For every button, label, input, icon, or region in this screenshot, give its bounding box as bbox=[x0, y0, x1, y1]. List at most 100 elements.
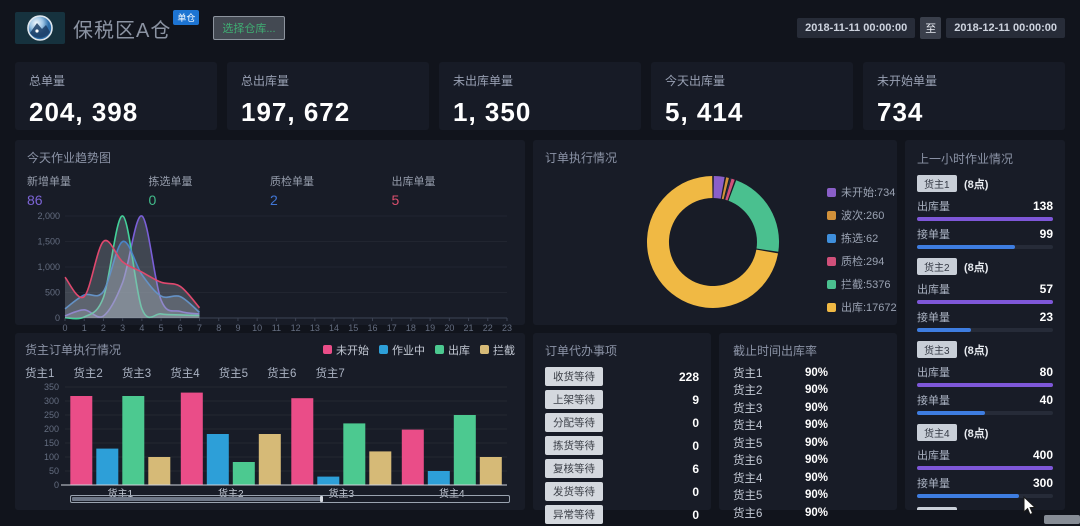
received-label: 接单量 bbox=[917, 478, 950, 490]
deadline-rate-row: 货主2 90% bbox=[733, 382, 883, 400]
svg-text:100: 100 bbox=[44, 452, 59, 462]
bar-legend-item[interactable]: 未开始 bbox=[323, 342, 369, 358]
date-from-input[interactable]: 2018-11-11 00:00:00 bbox=[797, 18, 916, 38]
donut-legend-item[interactable]: 质检:294 bbox=[827, 253, 897, 269]
bar-legend-item[interactable]: 拦截 bbox=[480, 342, 515, 358]
trend-area-chart: 05001,0001,5002,0000 1 2 3 4 5 6 7 8 9 10 11 12 13 14 1… bbox=[37, 211, 512, 333]
deadline-rate-row: 货主5 90% bbox=[733, 434, 883, 452]
todo-row: 异常等待 0 bbox=[545, 503, 699, 526]
page-scrollbar-thumb[interactable] bbox=[1044, 515, 1080, 524]
owner-tab[interactable]: 货主1 bbox=[25, 365, 54, 381]
kpi-value: 1, 350 bbox=[453, 97, 532, 127]
last-hour-panel-title: 上一小时作业情况 bbox=[917, 152, 1014, 166]
bar-chart-legend: 未开始 作业中 出库 拦截 bbox=[323, 342, 515, 358]
trend-stat-label: 新增单量 bbox=[27, 176, 71, 188]
donut-legend-item[interactable]: 波次:260 bbox=[827, 207, 897, 223]
kpi-card: 今天出库量 5, 414 bbox=[651, 62, 853, 130]
received-bar bbox=[917, 328, 972, 332]
legend-swatch bbox=[827, 187, 836, 197]
received-bar-track bbox=[917, 328, 1053, 332]
todo-panel-title: 订单代办事项 bbox=[545, 344, 618, 358]
donut-legend-item[interactable]: 拦截:5376 bbox=[827, 276, 897, 292]
todo-chip[interactable]: 上架等待 bbox=[545, 390, 603, 409]
donut-legend-item[interactable]: 出库:17672 bbox=[827, 299, 897, 315]
svg-text:150: 150 bbox=[44, 438, 59, 448]
svg-text:20: 20 bbox=[444, 323, 454, 333]
donut-legend-item[interactable]: 未开始:734 bbox=[827, 184, 897, 200]
todo-row: 收货等待 228 bbox=[545, 365, 699, 388]
legend-label: 未开始:734 bbox=[841, 187, 896, 199]
todo-row: 发货等待 0 bbox=[545, 480, 699, 503]
bar-legend-item[interactable]: 出库 bbox=[435, 342, 470, 358]
todo-count: 0 bbox=[692, 507, 699, 522]
received-label: 接单量 bbox=[917, 395, 950, 407]
todo-count: 228 bbox=[678, 369, 699, 384]
owner-tag: 货主1 bbox=[917, 175, 957, 192]
received-metric-row: 接单量 99 bbox=[917, 226, 1053, 242]
owner-tab[interactable]: 货主5 bbox=[219, 365, 248, 381]
date-to-input[interactable]: 2018-12-11 00:00:00 bbox=[946, 18, 1065, 38]
deadline-owner: 货主4 bbox=[733, 472, 763, 485]
svg-text:12: 12 bbox=[291, 323, 301, 333]
received-bar bbox=[917, 245, 1015, 249]
datazoom-scrollbar[interactable] bbox=[70, 495, 510, 503]
kpi-label: 总单量 bbox=[29, 74, 66, 88]
datazoom-handle[interactable] bbox=[72, 496, 323, 502]
outbound-value: 80 bbox=[1039, 365, 1053, 379]
todo-chip[interactable]: 收货等待 bbox=[545, 367, 603, 386]
legend-swatch bbox=[827, 256, 836, 266]
owner-tab[interactable]: 货主6 bbox=[267, 365, 296, 381]
datazoom-grip[interactable] bbox=[319, 496, 323, 502]
kpi-value: 734 bbox=[877, 97, 924, 127]
outbound-bar-track bbox=[917, 383, 1053, 387]
svg-text:19: 19 bbox=[425, 323, 435, 333]
bar-legend-item[interactable]: 作业中 bbox=[379, 342, 425, 358]
donut-legend: 未开始:734 波次:260 拣选:62 质检:294 拦截:5376 出库:1… bbox=[827, 184, 897, 315]
todo-chip[interactable]: 异常等待 bbox=[545, 505, 603, 524]
svg-text:300: 300 bbox=[44, 396, 59, 406]
received-bar-track bbox=[917, 411, 1053, 415]
legend-label: 波次:260 bbox=[841, 210, 885, 222]
todo-count: 9 bbox=[692, 392, 699, 407]
kpi-card: 总出库量 197, 672 bbox=[227, 62, 429, 130]
legend-label: 作业中 bbox=[392, 344, 425, 357]
kpi-label: 未开始单量 bbox=[877, 74, 938, 88]
svg-text:50: 50 bbox=[49, 466, 59, 476]
received-value: 300 bbox=[1032, 476, 1053, 490]
deadline-owner: 货主6 bbox=[733, 455, 763, 468]
hour-label: (8点) bbox=[964, 428, 989, 440]
kpi-label: 未出库单量 bbox=[453, 74, 514, 88]
order-execution-panel: 订单执行情况 未开始:734 波次:260 拣选:62 质检:294 拦截:53… bbox=[533, 140, 897, 325]
last-hour-panel[interactable]: 上一小时作业情况 货主1 (8点) 出库量 138 接单量 99 货主2 (8点… bbox=[905, 140, 1065, 510]
owner-tag: 货主5 bbox=[917, 507, 957, 510]
received-metric-row: 接单量 23 bbox=[917, 309, 1053, 325]
owner-tag: 货主4 bbox=[917, 424, 957, 441]
todo-chip[interactable]: 复核等待 bbox=[545, 459, 603, 478]
globe-logo-icon bbox=[27, 15, 53, 41]
outbound-value: 138 bbox=[1032, 199, 1053, 213]
todo-row: 拣货等待 0 bbox=[545, 434, 699, 457]
deadline-rate: 90% bbox=[805, 419, 829, 432]
owner-tab[interactable]: 货主3 bbox=[122, 365, 151, 381]
deadline-rate-row: 货主4 90% bbox=[733, 469, 883, 487]
todo-chip[interactable]: 发货等待 bbox=[545, 482, 603, 501]
deadline-owner: 货主3 bbox=[733, 402, 763, 415]
select-warehouse-button[interactable]: 选择仓库... bbox=[213, 16, 285, 40]
owner-tab[interactable]: 货主2 bbox=[73, 365, 102, 381]
owner-tab[interactable]: 货主4 bbox=[170, 365, 199, 381]
owner-tab[interactable]: 货主7 bbox=[315, 365, 344, 381]
owner-tag: 货主2 bbox=[917, 258, 957, 275]
kpi-label: 总出库量 bbox=[241, 74, 290, 88]
donut-legend-item[interactable]: 拣选:62 bbox=[827, 230, 897, 246]
deadline-rate-panel: 截止时间出库率 货主1 90% 货主2 90% 货主3 90% 货主4 90% … bbox=[719, 333, 897, 520]
svg-text:200: 200 bbox=[44, 424, 59, 434]
todo-chip[interactable]: 拣货等待 bbox=[545, 436, 603, 455]
todo-row: 分配等待 0 bbox=[545, 411, 699, 434]
todo-count: 0 bbox=[692, 415, 699, 430]
order-todo-panel: 订单代办事项 收货等待 228 上架等待 9 分配等待 0 拣货等待 0 复核等… bbox=[533, 333, 711, 524]
svg-text:2: 2 bbox=[101, 323, 106, 333]
received-bar bbox=[917, 494, 1019, 498]
trend-stat-label: 质检单量 bbox=[270, 176, 314, 188]
svg-text:10: 10 bbox=[252, 323, 262, 333]
todo-chip[interactable]: 分配等待 bbox=[545, 413, 603, 432]
